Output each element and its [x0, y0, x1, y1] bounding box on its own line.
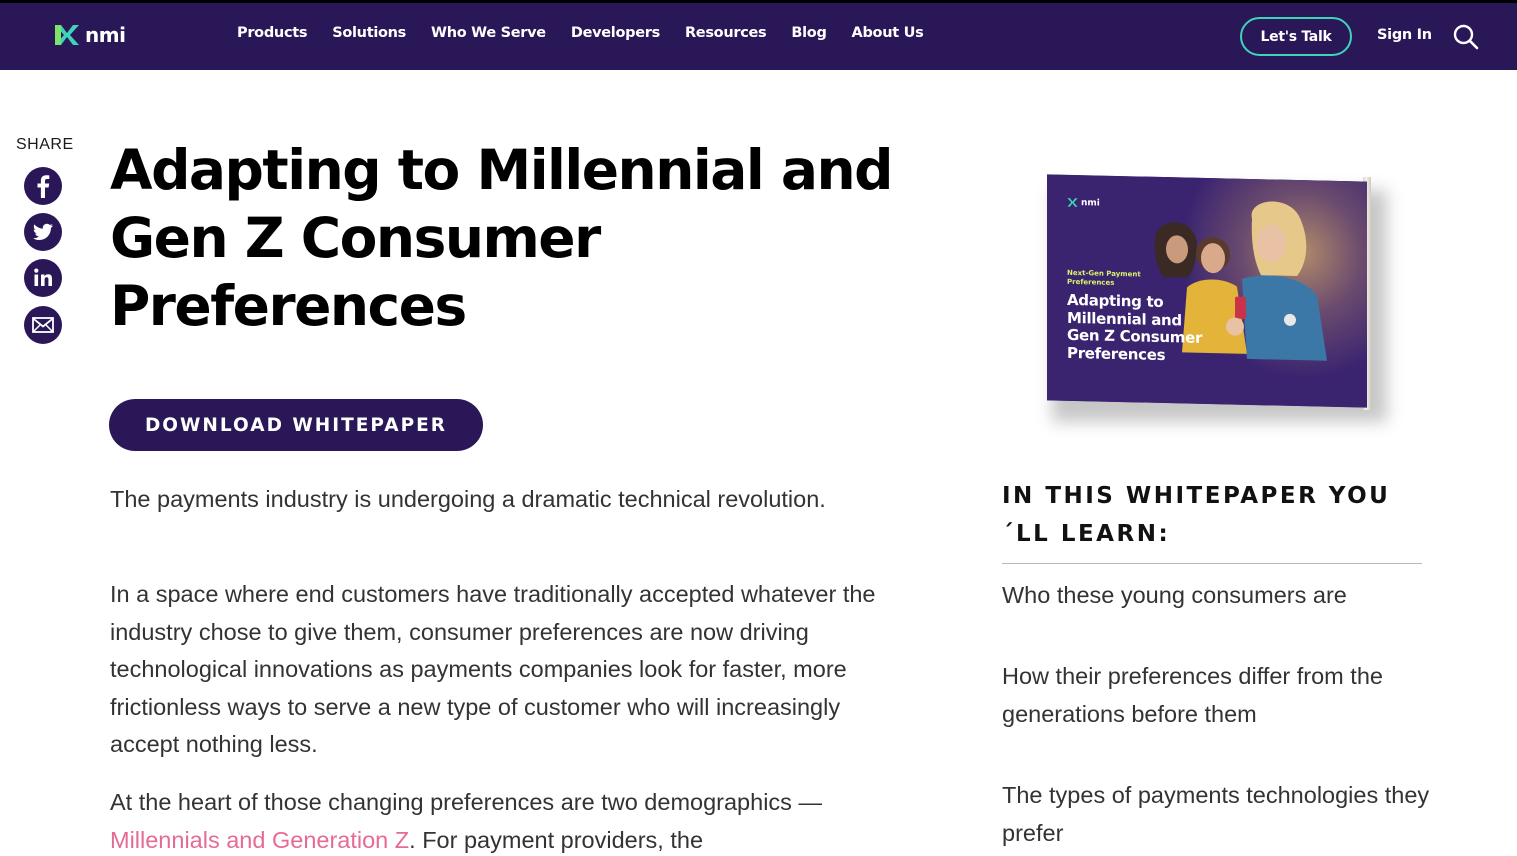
- millennials-gen-z-link[interactable]: Millennials and Generation Z: [110, 827, 409, 853]
- lets-talk-button[interactable]: Let's Talk: [1240, 17, 1352, 56]
- nmi-logo[interactable]: nmi: [52, 22, 126, 48]
- cover-logo-text: nmi: [1081, 197, 1100, 209]
- primary-nav: Products Solutions Who We Serve Develope…: [237, 25, 948, 41]
- list-item: Who these young consumers are: [1002, 582, 1347, 608]
- paragraph-text: At the heart of those changing preferenc…: [110, 789, 822, 815]
- nav-blog[interactable]: Blog: [791, 25, 826, 41]
- cover-logo-icon: [1067, 198, 1078, 207]
- top-navigation: nmi Products Solutions Who We Serve Deve…: [0, 0, 1517, 70]
- facebook-share-button[interactable]: [24, 167, 62, 205]
- linkedin-icon: [34, 268, 52, 286]
- nav-about-us[interactable]: About Us: [852, 25, 924, 41]
- nav-solutions[interactable]: Solutions: [332, 25, 406, 41]
- logo-text: nmi: [85, 23, 126, 47]
- whitepaper-cover: nmi Next-Gen Payment Preferences Adaptin…: [1040, 172, 1425, 427]
- paragraph-text: . For payment providers, the: [409, 826, 704, 853]
- list-item: The types of payments technologies they …: [1002, 782, 1430, 846]
- page-title: Adapting to Millennial and Gen Z Consume…: [110, 138, 893, 338]
- twitter-share-button[interactable]: [24, 213, 62, 251]
- cover-front: nmi Next-Gen Payment Preferences Adaptin…: [1047, 174, 1367, 408]
- email-share-button[interactable]: [24, 306, 62, 344]
- list-item: How their preferences differ from the ge…: [1002, 663, 1383, 727]
- download-whitepaper-button[interactable]: DOWNLOAD WHITEPAPER: [109, 399, 483, 451]
- twitter-icon: [33, 223, 53, 240]
- intro-paragraph: The payments industry is undergoing a dr…: [110, 486, 826, 512]
- email-icon: [32, 317, 54, 333]
- nav-who-we-serve[interactable]: Who We Serve: [431, 25, 546, 41]
- cover-title: Adapting to Millennial and Gen Z Consume…: [1067, 290, 1203, 364]
- nav-products[interactable]: Products: [237, 25, 308, 41]
- share-label: SHARE: [16, 136, 74, 153]
- learn-heading-text: IN THIS WHITEPAPER YOU´LL LEARN:: [1002, 483, 1391, 547]
- facebook-icon: [37, 175, 50, 198]
- cover-logo: nmi: [1066, 197, 1100, 209]
- nav-resources[interactable]: Resources: [685, 25, 767, 41]
- cover-kicker: Next-Gen Payment Preferences: [1067, 268, 1141, 287]
- demographics-paragraph: At the heart of those changing preferenc…: [110, 784, 880, 856]
- sign-in-link[interactable]: Sign In: [1377, 27, 1432, 43]
- divider: [1002, 563, 1422, 564]
- linkedin-share-button[interactable]: [24, 259, 62, 297]
- learn-heading: IN THIS WHITEPAPER YOU´LL LEARN:: [1002, 477, 1432, 553]
- body-paragraph: In a space where end customers have trad…: [110, 581, 876, 757]
- nmi-logo-icon: [55, 25, 79, 45]
- search-icon[interactable]: [1452, 23, 1480, 51]
- nav-developers[interactable]: Developers: [571, 25, 660, 41]
